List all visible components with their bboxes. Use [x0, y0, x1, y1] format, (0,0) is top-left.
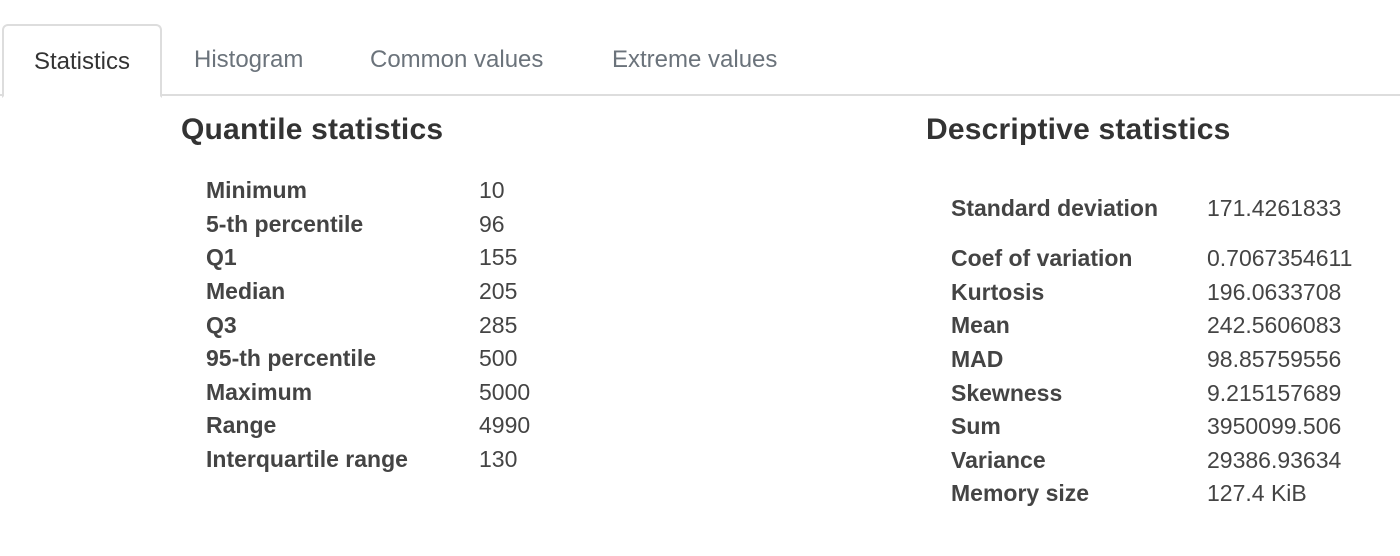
stat-value: 196.0633708	[1207, 278, 1342, 305]
table-row: 5-th percentile 96	[206, 208, 530, 242]
stat-value: 130	[479, 446, 518, 473]
table-row: Q3 285	[206, 308, 530, 342]
stat-value: 171.4261833	[1207, 194, 1342, 221]
stat-label: Interquartile range	[206, 446, 408, 473]
descriptive-statistics-title: Descriptive statistics	[926, 113, 1231, 146]
tab-bar: Statistics Histogram Common values Extre…	[0, 0, 1400, 98]
stat-label: Median	[206, 278, 286, 305]
table-row: MAD 98.85759556	[951, 343, 1352, 377]
table-row: Maximum 5000	[206, 376, 530, 410]
stat-value: 285	[479, 311, 518, 338]
table-row: Variance 29386.93634	[951, 444, 1352, 478]
stat-label: Range	[206, 412, 277, 439]
stat-value: 10	[479, 177, 505, 204]
tab-extreme-values[interactable]: Extreme values	[582, 24, 807, 96]
stat-label: MAD	[951, 346, 1004, 373]
table-row: Q1 155	[206, 241, 530, 275]
stat-label: Variance	[951, 446, 1046, 473]
table-row: Skewness 9.215157689	[951, 376, 1352, 410]
stat-value: 5000	[479, 378, 531, 405]
table-row: Standard deviation 171.4261833	[951, 174, 1352, 242]
table-row: Mean 242.5606083	[951, 309, 1352, 343]
stat-value: 205	[479, 278, 518, 305]
table-row: Median 205	[206, 275, 530, 309]
stat-label: Mean	[951, 312, 1010, 339]
stat-label: Maximum	[206, 378, 313, 405]
table-row: Memory size 127.4 KiB	[951, 477, 1352, 511]
stat-value: 96	[479, 210, 505, 237]
descriptive-statistics-table: Standard deviation 171.4261833 Coef of v…	[951, 174, 1352, 511]
table-row: 95-th percentile 500	[206, 342, 530, 376]
stat-label: Standard deviation	[951, 194, 1159, 221]
stat-label: Memory size	[951, 480, 1090, 507]
stat-value: 4990	[479, 412, 531, 439]
stat-value: 0.7067354611	[1207, 245, 1353, 272]
stat-label: Q3	[206, 311, 237, 338]
stat-value: 9.215157689	[1207, 379, 1342, 406]
stat-value: 98.85759556	[1207, 346, 1342, 373]
stat-label: Sum	[951, 413, 1001, 440]
stat-label: Skewness	[951, 379, 1063, 406]
table-row: Sum 3950099.506	[951, 410, 1352, 444]
stat-label: Kurtosis	[951, 278, 1045, 305]
stat-value: 242.5606083	[1207, 312, 1342, 339]
stat-value: 155	[479, 244, 518, 271]
stat-value: 3950099.506	[1207, 413, 1342, 440]
quantile-statistics-table: Minimum 10 5-th percentile 96 Q1 155 Med…	[206, 174, 530, 476]
stat-label: 95-th percentile	[206, 345, 376, 372]
stat-value: 29386.93634	[1207, 446, 1342, 473]
stat-label: Q1	[206, 244, 237, 271]
stat-label: Coef of variation	[951, 245, 1133, 272]
table-row: Kurtosis 196.0633708	[951, 276, 1352, 310]
table-row: Interquartile range 130	[206, 443, 530, 477]
table-row: Range 4990	[206, 409, 530, 443]
table-row: Minimum 10	[206, 174, 530, 208]
stat-value: 127.4 KiB	[1207, 480, 1307, 507]
tab-common-values[interactable]: Common values	[340, 24, 573, 96]
stat-label: Minimum	[206, 177, 307, 204]
stat-value: 500	[479, 345, 518, 372]
quantile-statistics-title: Quantile statistics	[181, 113, 444, 146]
tab-histogram[interactable]: Histogram	[164, 24, 333, 96]
table-row: Coef of variation 0.7067354611	[951, 242, 1352, 276]
stat-label: 5-th percentile	[206, 210, 364, 237]
tab-statistics[interactable]: Statistics	[2, 24, 162, 98]
